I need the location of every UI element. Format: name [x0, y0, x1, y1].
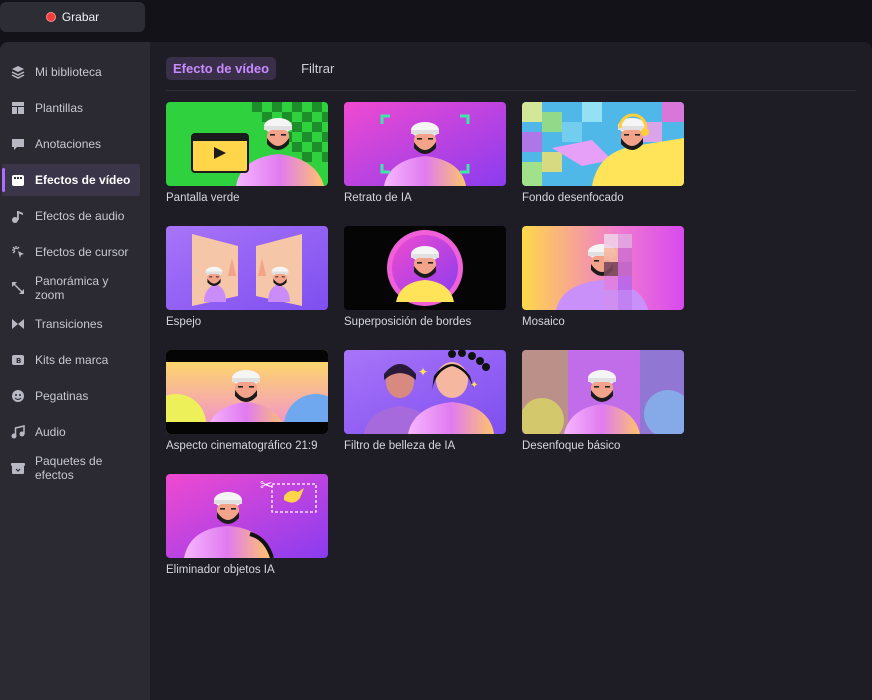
- effect-thumbnail: ✦ ✦: [344, 350, 506, 434]
- sidebar-item-brand-kits[interactable]: B Kits de marca: [2, 344, 140, 376]
- effect-card-ai-beauty-filter[interactable]: ✦ ✦ Filtro de belleza de IA: [344, 350, 506, 452]
- sidebar-item-label: Transiciones: [35, 317, 103, 331]
- effects-pack-icon: [11, 461, 25, 475]
- sidebar-item-annotations[interactable]: Anotaciones: [2, 128, 140, 160]
- effect-thumbnail: [166, 102, 328, 186]
- effect-thumbnail: [166, 226, 328, 310]
- sidebar-item-stickers[interactable]: Pegatinas: [2, 380, 140, 412]
- sidebar-item-label: Efectos de audio: [35, 209, 125, 223]
- sidebar-item-label: Panorámica y zoom: [35, 274, 109, 302]
- sidebar-item-label: Kits de marca: [35, 353, 109, 367]
- effect-label: Retrato de IA: [344, 192, 412, 204]
- sidebar-item-label: Efectos de cursor: [35, 245, 129, 259]
- sidebar-item-transitions[interactable]: Transiciones: [2, 308, 140, 340]
- sidebar-item-label: Plantillas: [35, 101, 84, 115]
- sidebar-item-pan-zoom[interactable]: Panorámica y zoom: [2, 272, 140, 304]
- effect-thumbnail: [522, 350, 684, 434]
- record-icon: [45, 12, 56, 22]
- effect-card-border-overlay[interactable]: Superposición de bordes: [344, 226, 506, 328]
- effects-panel: Efecto de vídeo Filtrar Pantalla verde R…: [150, 42, 872, 700]
- music-note-icon: [11, 209, 25, 223]
- sidebar-item-label: Mi biblioteca: [35, 65, 102, 79]
- sidebar-item-cursor-effects[interactable]: Efectos de cursor: [2, 236, 140, 268]
- top-bar: Grabar: [0, 0, 872, 42]
- sidebar-item-library[interactable]: Mi biblioteca: [2, 56, 140, 88]
- annotation-icon: [11, 137, 25, 151]
- effect-thumbnail: [522, 102, 684, 186]
- sidebar-item-effect-packs[interactable]: Paquetes de efectos: [2, 452, 140, 484]
- effect-card-ai-portrait[interactable]: Retrato de IA: [344, 102, 506, 204]
- brand-kit-icon: B: [11, 353, 25, 367]
- sidebar-item-video-effects[interactable]: Efectos de vídeo: [2, 164, 140, 196]
- effect-thumbnail: [344, 102, 506, 186]
- cursor-icon: [11, 245, 25, 259]
- effect-label: Mosaico: [522, 316, 565, 328]
- effect-thumbnail: [344, 226, 506, 310]
- divider: [166, 90, 856, 91]
- sticker-icon: [11, 389, 25, 403]
- effect-card-basic-blur[interactable]: Desenfoque básico: [522, 350, 684, 452]
- sidebar-item-label: Paquetes de efectos: [35, 454, 103, 482]
- sidebar-item-templates[interactable]: Plantillas: [2, 92, 140, 124]
- effect-card-green-screen[interactable]: Pantalla verde: [166, 102, 328, 204]
- sidebar-item-label: Anotaciones: [35, 137, 102, 151]
- svg-text:✂: ✂: [260, 476, 273, 494]
- effect-label: Superposición de bordes: [344, 316, 472, 328]
- effect-label: Pantalla verde: [166, 192, 240, 204]
- effect-thumbnail: ✂: [166, 474, 328, 558]
- effect-label: Desenfoque básico: [522, 440, 621, 452]
- tab-video-effect[interactable]: Efecto de vídeo: [166, 56, 277, 80]
- sidebar-item-audio-effects[interactable]: Efectos de audio: [2, 200, 140, 232]
- effect-card-mirror[interactable]: Espejo: [166, 226, 328, 328]
- svg-text:B: B: [16, 357, 21, 365]
- effect-label: Filtro de belleza de IA: [344, 440, 456, 452]
- video-effects-icon: [11, 173, 25, 187]
- zoom-icon: [11, 281, 25, 295]
- effect-label: Aspecto cinematográfico 21:9: [166, 440, 318, 452]
- sidebar: Mi biblioteca Plantillas Anotaciones Efe…: [0, 42, 150, 700]
- effect-label: Espejo: [166, 316, 202, 328]
- tab-filter[interactable]: Filtrar: [294, 57, 341, 80]
- effect-thumbnail: [522, 226, 684, 310]
- svg-text:✦: ✦: [418, 365, 428, 379]
- sidebar-item-label: Pegatinas: [35, 389, 89, 403]
- svg-text:✦: ✦: [470, 380, 478, 391]
- effect-thumbnail: [166, 350, 328, 434]
- tab-bar: Efecto de vídeo Filtrar: [166, 55, 359, 81]
- effect-label: Fondo desenfocado: [522, 192, 624, 204]
- layers-icon: [11, 65, 25, 79]
- effect-card-cinematic[interactable]: Aspecto cinematográfico 21:9: [166, 350, 328, 452]
- effect-card-blurred-background[interactable]: Fondo desenfocado: [522, 102, 684, 204]
- record-button[interactable]: Grabar: [0, 2, 145, 32]
- effect-card-ai-object-remover[interactable]: ✂ Eliminador objetos IA: [166, 474, 328, 576]
- sidebar-item-label: Audio: [35, 425, 66, 439]
- sidebar-item-audio[interactable]: Audio: [2, 416, 140, 448]
- template-icon: [11, 101, 25, 115]
- transition-icon: [11, 317, 25, 331]
- record-label: Grabar: [61, 10, 100, 24]
- effect-card-mosaic[interactable]: Mosaico: [522, 226, 684, 328]
- audio-icon: [11, 425, 25, 439]
- effect-label: Eliminador objetos IA: [166, 564, 275, 576]
- sidebar-item-label: Efectos de vídeo: [35, 173, 131, 187]
